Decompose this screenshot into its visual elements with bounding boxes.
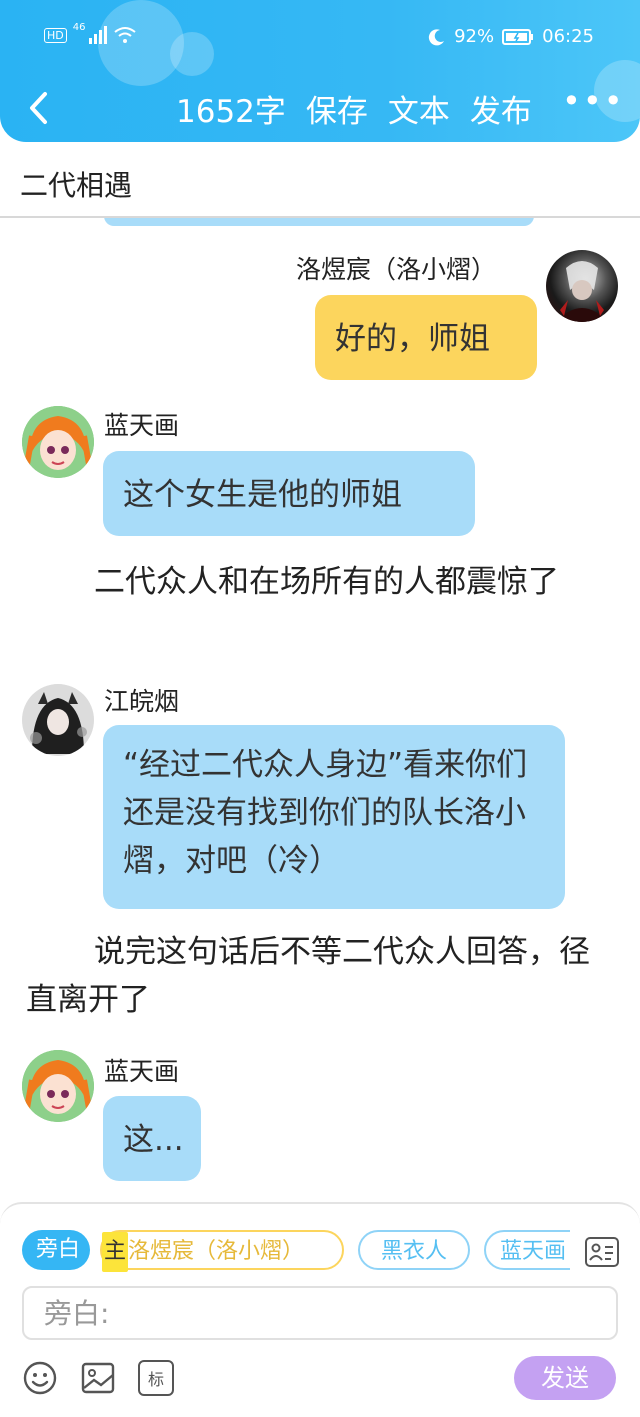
tag-icon: 标 bbox=[147, 1370, 164, 1389]
contact-card-icon bbox=[585, 1237, 619, 1267]
avatar[interactable] bbox=[22, 684, 94, 756]
back-button[interactable] bbox=[20, 88, 56, 128]
avatar[interactable] bbox=[22, 406, 94, 478]
narration-text[interactable]: 二代众人和在场所有的人都震惊了 bbox=[26, 558, 616, 606]
role-chip-narrator[interactable]: 旁白 bbox=[22, 1230, 90, 1270]
role-chip-label: 黑衣人 bbox=[380, 1239, 447, 1264]
avatar[interactable] bbox=[22, 1050, 94, 1122]
character-portrait-icon bbox=[22, 684, 94, 756]
character-portrait-icon bbox=[556, 261, 608, 322]
moon-icon bbox=[428, 28, 445, 45]
narration-text[interactable]: 说完这句话后不等二代众人回答，径直离开了 bbox=[26, 928, 616, 1024]
toolbar-actions: 1652字 保存 文本 发布 bbox=[176, 86, 532, 131]
emoji-button[interactable] bbox=[22, 1360, 58, 1396]
more-menu-button[interactable]: ••• bbox=[562, 82, 625, 120]
chat-scroll-area[interactable]: 洛煜宸（洛小熠） 好的，师姐 蓝天画 这个女生是他的师姐 二代众人和在场所有的人… bbox=[0, 216, 640, 1202]
role-chip-man-in-black[interactable]: 黑衣人 bbox=[358, 1230, 470, 1270]
role-management-button[interactable] bbox=[584, 1234, 620, 1270]
emoji-icon bbox=[23, 1361, 57, 1395]
battery-percentage: 92% bbox=[454, 26, 495, 47]
role-chip-label: 旁白 bbox=[36, 1237, 81, 1262]
send-button[interactable]: 发送 bbox=[514, 1356, 616, 1400]
role-selector[interactable]: 旁白 主洛煜宸（洛小熠） 黑衣人 蓝天画 bbox=[22, 1230, 570, 1274]
role-chip-label: 蓝天画 bbox=[500, 1239, 567, 1264]
cellular-signal-icon: 46 bbox=[73, 22, 107, 44]
chevron-left-icon bbox=[30, 92, 47, 124]
compose-tools: 标 bbox=[22, 1360, 174, 1396]
role-chip-lan-tianhua[interactable]: 蓝天画 bbox=[484, 1230, 570, 1270]
more-dots-icon: ••• bbox=[562, 82, 625, 120]
protagonist-badge: 主 bbox=[102, 1232, 129, 1272]
role-chip-label: 洛煜宸（洛小熠） bbox=[128, 1239, 305, 1264]
avatar[interactable] bbox=[546, 250, 618, 322]
tag-button[interactable]: 标 bbox=[138, 1360, 174, 1396]
battery-icon bbox=[502, 28, 534, 45]
publish-button[interactable]: 发布 bbox=[470, 86, 532, 131]
app-header: HD 46 92% 06:25 1652字 保存 文本 发布 ••• bbox=[0, 0, 640, 142]
chapter-title: 二代相遇 bbox=[20, 169, 133, 202]
status-bar-left: HD 46 bbox=[44, 22, 137, 44]
message-sender-name: 洛煜宸（洛小熠） bbox=[296, 255, 497, 284]
message-bubble[interactable]: “经过二代众人身边”看来你们还是没有找到你们的队长洛小熠，对吧（冷） bbox=[103, 725, 565, 909]
word-count: 1652字 bbox=[176, 94, 286, 130]
image-button[interactable] bbox=[80, 1360, 116, 1396]
text-button[interactable]: 文本 bbox=[388, 86, 450, 131]
message-bubble[interactable]: 好的，师姐 bbox=[315, 295, 537, 380]
status-bar-right: 92% 06:25 bbox=[428, 26, 594, 47]
compose-panel: 旁白 主洛煜宸（洛小熠） 黑衣人 蓝天画 旁白: 标 发送 bbox=[0, 1202, 640, 1417]
message-sender-name: 江皖烟 bbox=[104, 687, 180, 716]
chapter-title-bar[interactable]: 二代相遇 bbox=[0, 142, 640, 218]
clock: 06:25 bbox=[542, 26, 594, 47]
editor-toolbar: 1652字 保存 文本 发布 ••• bbox=[0, 82, 640, 134]
header-decoration bbox=[170, 32, 214, 76]
role-chip-protagonist[interactable]: 主洛煜宸（洛小熠） bbox=[100, 1230, 344, 1272]
character-portrait-icon bbox=[22, 406, 94, 478]
character-portrait-icon bbox=[22, 1050, 94, 1122]
hd-icon: HD bbox=[44, 27, 67, 43]
image-icon bbox=[81, 1362, 115, 1394]
message-input[interactable] bbox=[24, 1288, 616, 1338]
message-bubble[interactable]: 这个女生是他的师姐 bbox=[103, 451, 475, 536]
message-input-box[interactable] bbox=[22, 1286, 618, 1340]
save-button[interactable]: 保存 bbox=[306, 86, 368, 131]
message-sender-name: 蓝天画 bbox=[104, 1057, 180, 1086]
wifi-icon bbox=[114, 27, 136, 43]
message-sender-name: 蓝天画 bbox=[104, 411, 180, 440]
message-bubble[interactable]: 这... bbox=[103, 1096, 201, 1181]
